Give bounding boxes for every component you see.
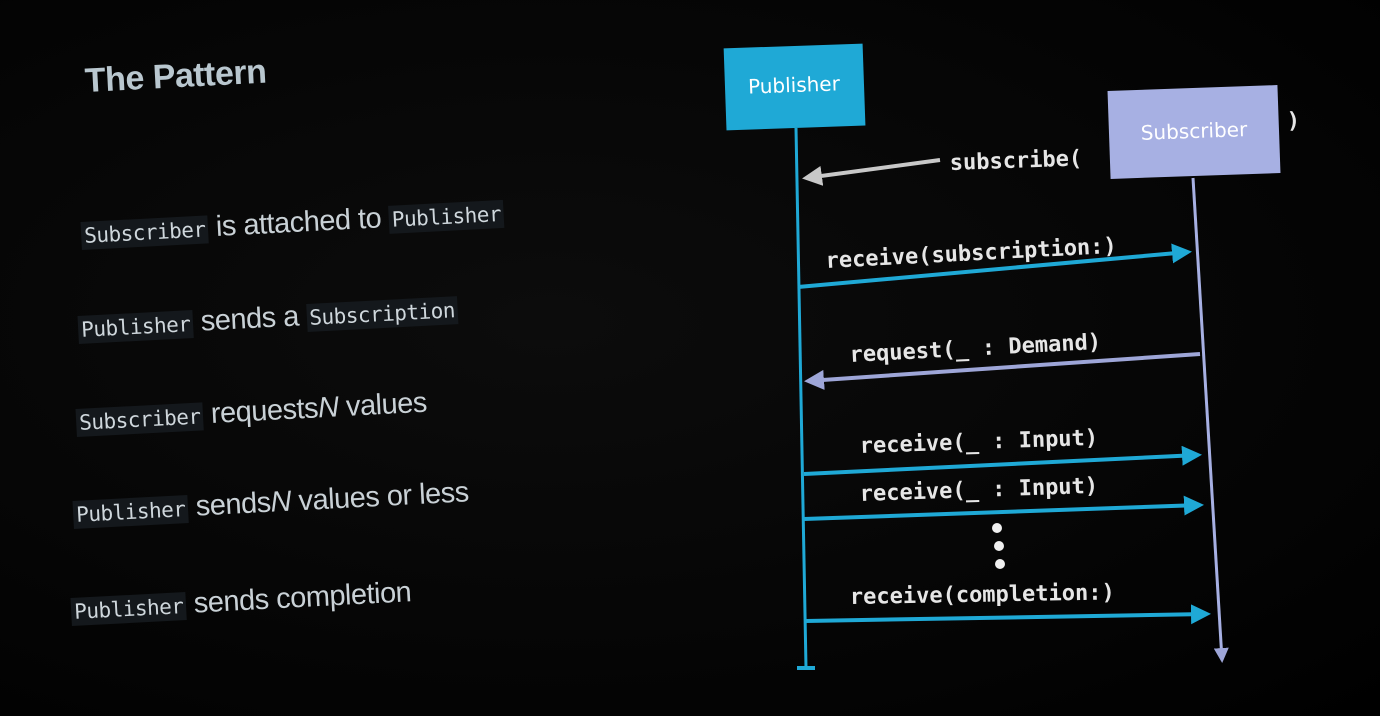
publisher-lifeline: [794, 127, 808, 669]
message-arrow-completion: [805, 604, 1211, 625]
subscriber-box: Subscriber: [1107, 85, 1281, 179]
message-label: receive(subscription:): [825, 234, 1117, 274]
sequence-diagram: Publisher Subscriber subscribe( ) receiv…: [723, 43, 1300, 670]
subscriber-label: Subscriber: [1140, 117, 1248, 145]
message-arrow-input-2: [803, 495, 1204, 521]
subscriber-lifeline: [1191, 177, 1229, 663]
message-label: receive(completion:): [850, 580, 1115, 610]
publisher-label: Publisher: [748, 71, 841, 98]
slide: The Pattern Subscriber is attached to Pu…: [0, 0, 1380, 716]
subscribe-label: subscribe(: [949, 146, 1082, 176]
subscribe-arrow: [802, 158, 941, 186]
subscribe-close-paren: ): [1286, 109, 1300, 134]
publisher-box: Publisher: [723, 43, 866, 131]
message-label: receive(_ : Input): [859, 474, 1098, 507]
ellipsis-icon: [992, 523, 1005, 569]
message-label: receive(_ : Input): [859, 426, 1098, 459]
